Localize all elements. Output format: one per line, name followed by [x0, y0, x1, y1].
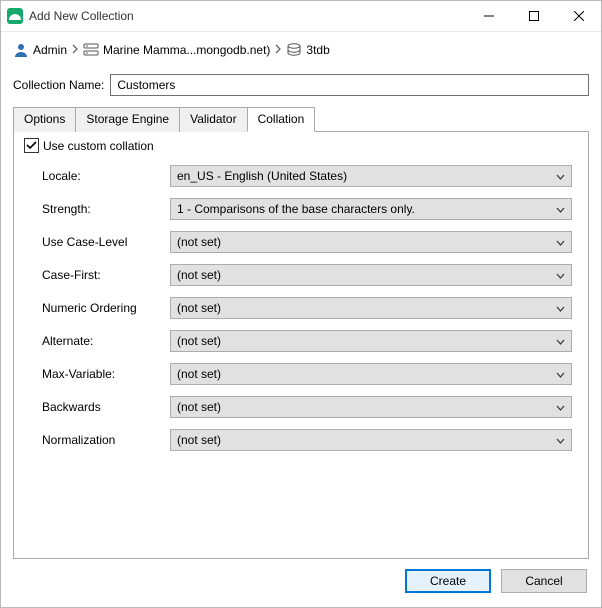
app-icon [7, 8, 23, 24]
user-icon [13, 42, 29, 58]
chevron-down-icon [556, 301, 565, 315]
dialog-window: Add New Collection Admin [0, 0, 602, 608]
window-buttons [466, 1, 601, 31]
cancel-button[interactable]: Cancel [501, 569, 587, 593]
field-label-alternate: Alternate: [42, 334, 162, 348]
breadcrumb-item[interactable]: Admin [13, 42, 67, 58]
use-custom-collation-row: Use custom collation [24, 138, 578, 153]
maximize-icon [529, 11, 539, 21]
chevron-down-icon [556, 367, 565, 381]
breadcrumb-item[interactable]: Marine Mamma...mongodb.net) [83, 42, 270, 58]
field-label-normalization: Normalization [42, 433, 162, 447]
database-icon [286, 42, 302, 58]
tabs: Options Storage Engine Validator Collati… [13, 106, 589, 131]
tab-panel-collation: Use custom collation Locale: en_US - Eng… [13, 131, 589, 559]
select-backwards[interactable]: (not set) [170, 396, 572, 418]
field-label-case-first: Case-First: [42, 268, 162, 282]
titlebar: Add New Collection [1, 1, 601, 32]
maximize-button[interactable] [511, 1, 556, 31]
tab-options[interactable]: Options [13, 107, 76, 132]
minimize-icon [484, 11, 494, 21]
chevron-down-icon [556, 268, 565, 282]
tab-collation[interactable]: Collation [247, 107, 316, 132]
field-label-numeric-ordering: Numeric Ordering [42, 301, 162, 315]
chevron-down-icon [556, 433, 565, 447]
checkmark-icon [26, 140, 37, 151]
select-value: (not set) [177, 367, 556, 381]
tab-validator[interactable]: Validator [179, 107, 247, 132]
footer: Create Cancel [1, 559, 601, 607]
breadcrumb-item[interactable]: 3tdb [286, 42, 329, 58]
close-button[interactable] [556, 1, 601, 31]
content-area: Admin Marine Mamma...mongodb.net) 3tdb [1, 32, 601, 559]
select-value: (not set) [177, 433, 556, 447]
chevron-down-icon [556, 202, 565, 216]
collection-name-input[interactable] [110, 74, 589, 96]
select-locale[interactable]: en_US - English (United States) [170, 165, 572, 187]
tab-storage-engine[interactable]: Storage Engine [75, 107, 180, 132]
select-alternate[interactable]: (not set) [170, 330, 572, 352]
field-label-max-variable: Max-Variable: [42, 367, 162, 381]
select-numeric-ordering[interactable]: (not set) [170, 297, 572, 319]
chevron-right-icon [71, 43, 79, 57]
server-icon [83, 42, 99, 58]
select-max-variable[interactable]: (not set) [170, 363, 572, 385]
field-label-backwards: Backwards [42, 400, 162, 414]
select-value: (not set) [177, 235, 556, 249]
breadcrumb-label: 3tdb [306, 43, 329, 57]
breadcrumb-label: Admin [33, 43, 67, 57]
field-label-locale: Locale: [42, 169, 162, 183]
select-value: (not set) [177, 268, 556, 282]
field-label-use-case-level: Use Case-Level [42, 235, 162, 249]
chevron-down-icon [556, 235, 565, 249]
use-custom-collation-label: Use custom collation [43, 139, 154, 153]
select-value: (not set) [177, 301, 556, 315]
close-icon [574, 11, 584, 21]
select-value: en_US - English (United States) [177, 169, 556, 183]
chevron-down-icon [556, 400, 565, 414]
breadcrumb: Admin Marine Mamma...mongodb.net) 3tdb [13, 42, 589, 58]
select-normalization[interactable]: (not set) [170, 429, 572, 451]
window-title: Add New Collection [29, 9, 466, 23]
collation-form: Locale: en_US - English (United States) … [24, 161, 578, 451]
select-value: 1 - Comparisons of the base characters o… [177, 202, 556, 216]
select-case-first[interactable]: (not set) [170, 264, 572, 286]
select-strength[interactable]: 1 - Comparisons of the base characters o… [170, 198, 572, 220]
select-value: (not set) [177, 334, 556, 348]
collection-name-row: Collection Name: [13, 74, 589, 96]
minimize-button[interactable] [466, 1, 511, 31]
chevron-down-icon [556, 334, 565, 348]
select-value: (not set) [177, 400, 556, 414]
field-label-strength: Strength: [42, 202, 162, 216]
use-custom-collation-checkbox[interactable] [24, 138, 39, 153]
create-button[interactable]: Create [405, 569, 491, 593]
collection-name-label: Collection Name: [13, 78, 104, 92]
chevron-right-icon [274, 43, 282, 57]
select-use-case-level[interactable]: (not set) [170, 231, 572, 253]
chevron-down-icon [556, 169, 565, 183]
breadcrumb-label: Marine Mamma...mongodb.net) [103, 43, 270, 57]
